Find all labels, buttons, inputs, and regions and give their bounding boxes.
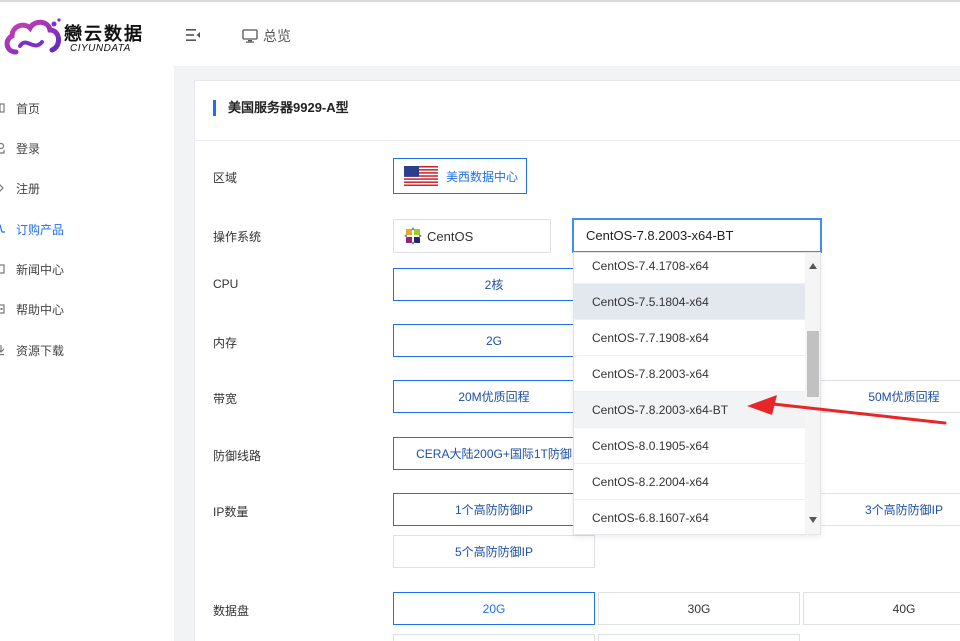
help-icon: [0, 304, 5, 314]
os-version-select[interactable]: CentOS-7.8.2003-x64-BT: [572, 218, 822, 253]
sidebar-item-label: 资源下载: [16, 343, 65, 358]
os-label: 操作系统: [213, 230, 262, 244]
cpu-option-2core[interactable]: 2核: [393, 268, 595, 301]
centos-logo-icon: [404, 227, 422, 245]
ip-count-option-3[interactable]: 3个高防防御IP: [803, 493, 960, 526]
defense-line-option-cera[interactable]: CERA大陆200G+国际1T防御: [393, 437, 595, 470]
os-version-dropdown: CentOS-7.4.1708-x64 CentOS-7.5.1804-x64 …: [573, 252, 821, 535]
sidebar-item-order-products[interactable]: 订购产品: [0, 214, 174, 244]
os-family-label: CentOS: [427, 228, 474, 244]
sidebar-item-label: 注册: [16, 181, 41, 196]
home-icon: [0, 103, 5, 113]
ip-count-label: IP数量: [213, 505, 249, 519]
os-option-hovered[interactable]: CentOS-7.5.1804-x64: [574, 284, 805, 320]
data-disk-option-20g[interactable]: 20G: [393, 592, 595, 625]
data-disk-option-40g[interactable]: 40G: [803, 592, 960, 625]
sidebar-item-label: 登录: [16, 141, 41, 156]
ip-count-option-5[interactable]: 5个高防防御IP: [393, 535, 595, 568]
sidebar-item-label: 首页: [16, 101, 41, 116]
sidebar-item-downloads[interactable]: 资源下载: [0, 335, 174, 365]
region-option-label: 美西数据中心: [446, 169, 519, 184]
scrollbar-thumb[interactable]: [807, 331, 819, 397]
scroll-up-arrow-icon[interactable]: [809, 263, 817, 269]
register-icon: [0, 184, 4, 192]
top-header: 戀云数据 CIYUNDATA 总览: [0, 0, 960, 66]
os-option[interactable]: CentOS-6.8.1607-x64: [574, 500, 805, 534]
region-option-us-west[interactable]: 美西数据中心: [393, 158, 527, 194]
sidebar-item-home[interactable]: 首页: [0, 93, 174, 123]
os-option[interactable]: CentOS-7.8.2003-x64: [574, 356, 805, 392]
overview-label: 总览: [263, 28, 291, 44]
menu-fold-icon[interactable]: [186, 29, 200, 41]
monitor-icon: [242, 29, 258, 43]
brand-name-en: CIYUNDATA: [70, 43, 131, 54]
defense-line-label: 防御线路: [213, 449, 262, 463]
os-option[interactable]: CentOS-7.4.1708-x64: [574, 253, 805, 284]
sidebar-item-register[interactable]: 注册: [0, 173, 174, 203]
region-label: 区域: [213, 171, 238, 185]
bandwidth-option-20m[interactable]: 20M优质回程: [393, 380, 595, 413]
cart-icon: [0, 224, 5, 233]
brand-logo[interactable]: 戀云数据 CIYUNDATA: [2, 16, 152, 60]
sidebar-item-label: 帮助中心: [16, 302, 65, 317]
red-pointer-arrow-icon: [747, 395, 947, 425]
scroll-down-arrow-icon[interactable]: [809, 517, 817, 523]
ip-count-option-1[interactable]: 1个高防防御IP: [393, 493, 595, 526]
product-title: 美国服务器9929-A型: [213, 100, 349, 116]
download-icon: [0, 345, 5, 356]
data-disk-option-next[interactable]: [598, 634, 800, 641]
sidebar-item-label: 订购产品: [16, 222, 65, 237]
login-icon: [0, 142, 5, 154]
data-disk-option-next[interactable]: [393, 634, 595, 641]
news-icon: [0, 264, 5, 274]
data-disk-option-30g[interactable]: 30G: [598, 592, 800, 625]
cpu-label: CPU: [213, 277, 239, 291]
sidebar-item-news[interactable]: 新闻中心: [0, 254, 174, 284]
sidebar-item-label: 新闻中心: [16, 262, 65, 277]
sidebar-item-login[interactable]: 登录: [0, 133, 174, 163]
os-option[interactable]: CentOS-7.7.1908-x64: [574, 320, 805, 356]
card-header: 美国服务器9929-A型: [195, 81, 960, 141]
sidebar: 首页 登录 注册 订购产品 新闻中心 帮助中心 资源下载: [0, 66, 174, 641]
os-family-centos[interactable]: CentOS: [393, 219, 551, 253]
sidebar-item-help[interactable]: 帮助中心: [0, 294, 174, 324]
us-flag-icon: [404, 166, 438, 186]
bandwidth-label: 带宽: [213, 392, 238, 406]
dropdown-scrollbar[interactable]: [805, 253, 820, 534]
cloud-logo-icon: [4, 18, 61, 55]
memory-label: 内存: [213, 336, 238, 350]
overview-link[interactable]: 总览: [242, 26, 291, 46]
os-option[interactable]: CentOS-8.2.2004-x64: [574, 464, 805, 500]
data-disk-label: 数据盘: [213, 604, 250, 618]
os-option[interactable]: CentOS-8.0.1905-x64: [574, 428, 805, 464]
memory-option-2g[interactable]: 2G: [393, 324, 595, 357]
